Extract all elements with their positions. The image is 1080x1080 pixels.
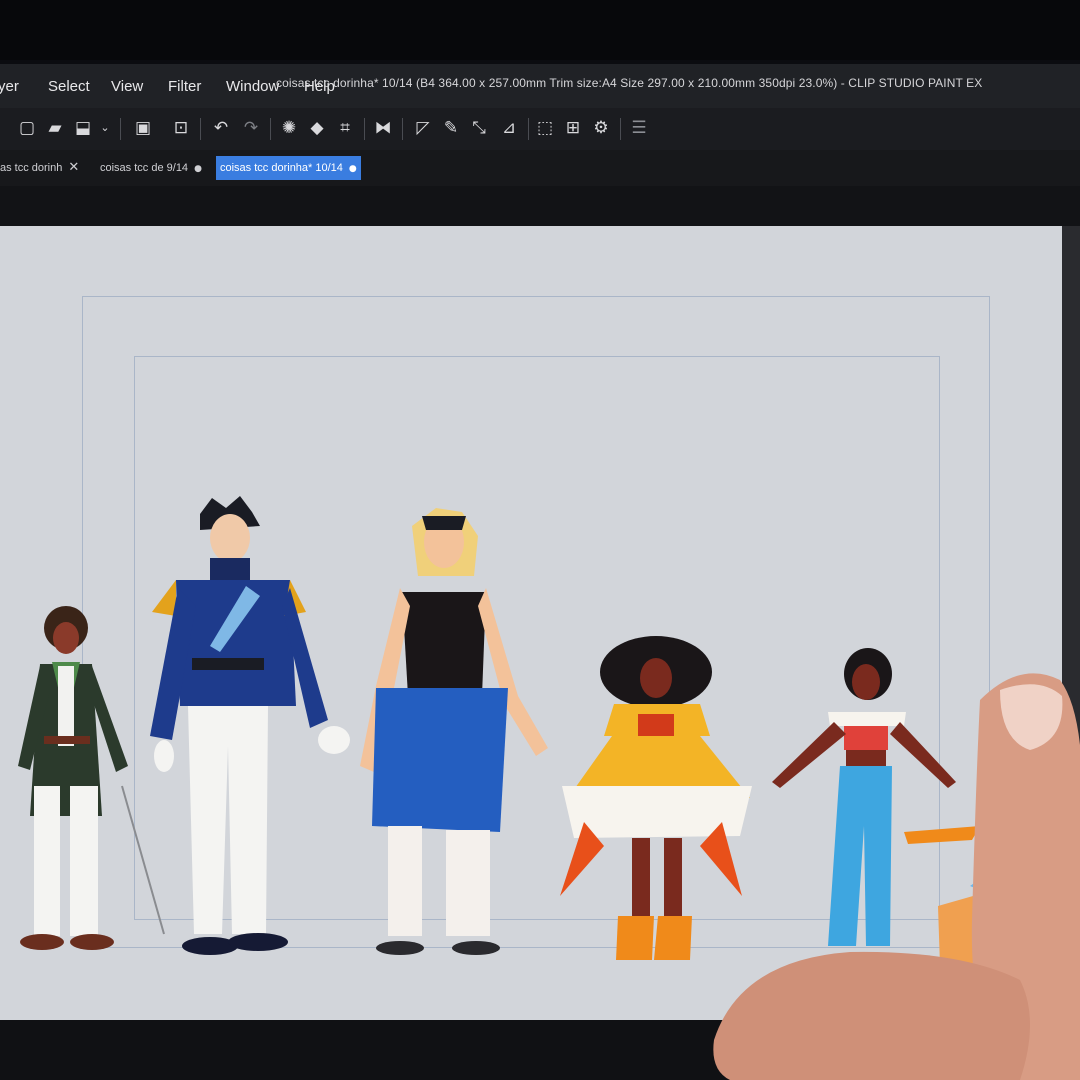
menu-bar: yer Select View Filter Window Help coisa…	[0, 64, 1080, 108]
grid-icon[interactable]: ⊞	[562, 117, 584, 139]
crop-icon[interactable]: ⌗	[334, 117, 356, 139]
menu-layer[interactable]: yer	[0, 78, 19, 95]
menu-select[interactable]: Select	[48, 78, 90, 95]
menu-view[interactable]: View	[111, 78, 143, 95]
canvas-top-margin	[0, 186, 1080, 226]
document-tab-bar: as tcc dorinh ✕ coisas tcc de 9/14 ● coisa…	[0, 150, 1080, 186]
ruler-icon[interactable]: ◸	[412, 117, 434, 139]
clear-selection-icon[interactable]: ✺	[278, 117, 300, 139]
save-icon[interactable]: ⬓	[72, 117, 94, 139]
character-tank-top	[360, 508, 548, 955]
toolbar-divider	[620, 118, 621, 140]
modified-dot-icon: ●	[348, 164, 357, 174]
new-layer-icon[interactable]: ▢	[16, 117, 38, 139]
menu-filter[interactable]: Filter	[168, 78, 201, 95]
fill-icon[interactable]: ◆	[306, 117, 328, 139]
toolbar-divider	[402, 118, 403, 140]
window-title: coisas tcc dorinha* 10/14 (B4 364.00 x 2…	[276, 76, 983, 90]
open-folder-icon[interactable]: ▰	[44, 117, 66, 139]
dropdown-chevron-icon[interactable]: ⌄	[98, 117, 112, 139]
line-ruler-icon[interactable]: ⊿	[498, 117, 520, 139]
toolbar-divider	[200, 118, 201, 140]
undo-icon[interactable]: ↶	[210, 117, 232, 139]
character-blue-uniform	[150, 496, 350, 955]
menu-window[interactable]: Window	[226, 78, 279, 95]
flip-horizontal-icon[interactable]: ⧓	[372, 117, 394, 139]
perspective-icon[interactable]: ⤡	[468, 117, 490, 139]
toolbar-divider	[364, 118, 365, 140]
modified-dot-icon: ●	[194, 164, 202, 174]
layer-stack-icon[interactable]: ☰	[628, 117, 650, 139]
tab-label: as tcc dorinh	[0, 162, 63, 174]
tab-label: coisas tcc dorinha* 10/14	[220, 162, 343, 174]
character-green-coat	[18, 606, 165, 950]
export-png-icon[interactable]: ▣	[132, 117, 154, 139]
brush-settings-icon[interactable]: ⚙	[590, 117, 612, 139]
toolbar-divider	[528, 118, 529, 140]
monitor-bezel-top	[0, 0, 1080, 60]
toolbar-divider	[120, 118, 121, 140]
pointing-finger-photo	[713, 673, 1080, 1080]
redo-icon[interactable]: ↷	[240, 117, 262, 139]
tab-document-3-active[interactable]: coisas tcc dorinha* 10/14 ●	[216, 156, 361, 180]
close-icon[interactable]: ✕	[68, 160, 79, 175]
tab-label: coisas tcc de 9/14	[100, 162, 189, 174]
canvas-size-icon[interactable]: ⊡	[170, 117, 192, 139]
tab-document-1[interactable]: as tcc dorinh ✕	[0, 156, 83, 180]
frame-icon[interactable]: ⬚	[534, 117, 556, 139]
toolbar-divider	[270, 118, 271, 140]
command-toolbar: ▢ ▰ ⬓ ⌄ ▣ ⊡ ↶ ↷ ✺ ◆ ⌗ ⧓ ◸ ✎ ⤡ ⊿ ⬚ ⊞ ⚙ ☰	[0, 108, 1080, 151]
pen-ruler-icon[interactable]: ✎	[440, 117, 462, 139]
tab-document-2[interactable]: coisas tcc de 9/14 ●	[96, 156, 206, 180]
